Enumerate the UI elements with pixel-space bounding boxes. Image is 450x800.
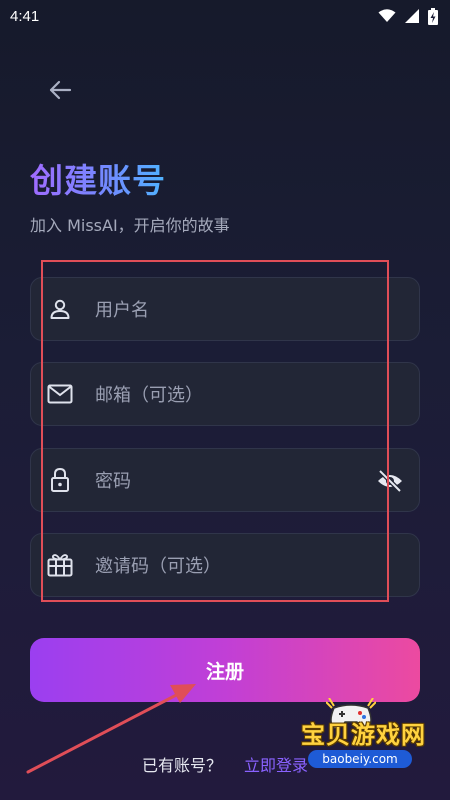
wifi-icon	[378, 9, 396, 22]
signal-icon	[405, 9, 419, 23]
back-button[interactable]	[44, 76, 76, 104]
watermark-text: 宝贝游戏网	[301, 721, 426, 749]
page-subtitle: 加入 MissAI，开启你的故事	[30, 216, 230, 235]
status-bar: 4:41	[0, 0, 450, 32]
register-button[interactable]: 注册	[30, 638, 420, 702]
watermark-url: baobeiy.com	[308, 750, 412, 768]
status-icons	[378, 7, 438, 25]
annotation-highlight-box	[41, 260, 389, 602]
status-time: 4:41	[10, 7, 40, 25]
battery-charging-icon	[428, 7, 438, 25]
watermark-logo: 宝贝游戏网 baobeiy.com	[290, 698, 440, 782]
page-title: 创建账号	[30, 154, 166, 202]
back-arrow-icon	[49, 80, 72, 100]
login-prompt: 已有账号？	[141, 756, 222, 775]
